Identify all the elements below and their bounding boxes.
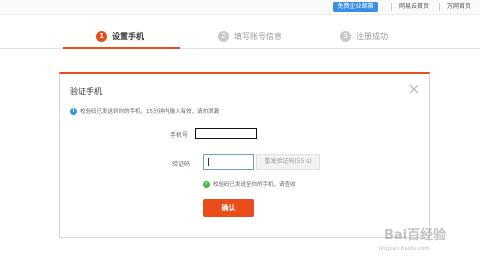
dialog-title: 验证手机 [70, 87, 102, 96]
wanwang-home-link[interactable]: 万网首页 [442, 2, 476, 12]
top-bar: 免费企业邮箱 网易云首页 万网首页 [0, 0, 480, 15]
notice-text: 校验码已发送到你的手机，15分钟内输入有效，请勿泄漏 [80, 109, 220, 115]
watermark-url: jingyan.baidu.com [379, 246, 430, 252]
info-icon: i [70, 107, 77, 115]
close-icon[interactable] [409, 84, 419, 94]
netease-home-link[interactable]: 网易云首页 [394, 2, 434, 12]
step-number: 3 [340, 30, 351, 42]
confirm-button[interactable]: 确认 [203, 199, 254, 217]
verify-phone-dialog: 验证手机 i 校验码已发送到你的手机，15分钟内输入有效，请勿泄漏 手机号 验证… [59, 72, 430, 238]
step-label: 填写账号信息 [234, 31, 282, 41]
step-1-set-phone: 1 设置手机 [96, 28, 144, 44]
top-separator [439, 3, 440, 11]
text-caret [208, 158, 209, 166]
baidu-jingyan-watermark: Bai百经验 [384, 228, 447, 243]
resend-code-button[interactable]: 重发验证码(55 s) [256, 154, 320, 170]
info-notice: i 校验码已发送到你的手机，15分钟内输入有效，请勿泄漏 [70, 107, 219, 115]
phone-label: 手机号 [169, 132, 188, 139]
step-label: 注册成功 [356, 31, 388, 41]
step-number: 2 [218, 30, 229, 42]
sent-text: 校验码已发送至你的手机，请查收 [213, 182, 296, 188]
code-label: 验证码 [171, 161, 190, 168]
registration-steps: 1 设置手机 2 填写账号信息 3 注册成功 [0, 24, 480, 48]
phone-number-field [195, 128, 257, 139]
check-icon: ✓ [203, 180, 210, 188]
code-sent-message: ✓ 校验码已发送至你的手机，请查收 [203, 180, 296, 188]
step-label: 设置手机 [112, 31, 144, 41]
step-3-register-success: 3 注册成功 [340, 28, 388, 44]
step-number: 1 [96, 30, 107, 42]
active-step-indicator [63, 47, 180, 49]
verification-code-input[interactable] [203, 154, 254, 170]
free-enterprise-email-button[interactable]: 免费企业邮箱 [333, 2, 378, 12]
step-2-account-info: 2 填写账号信息 [218, 28, 282, 44]
top-separator [391, 3, 392, 11]
